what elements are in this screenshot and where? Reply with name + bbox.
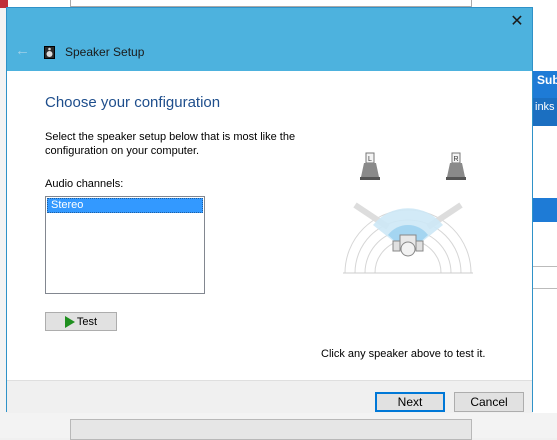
- speaker-diagram: L R: [343, 152, 473, 274]
- background-window-right: Sub inks: [533, 8, 557, 438]
- test-button[interactable]: Test: [45, 312, 117, 331]
- back-arrow-icon[interactable]: ←: [15, 42, 30, 59]
- play-icon: [64, 315, 75, 328]
- cancel-button[interactable]: Cancel: [454, 392, 524, 412]
- list-item-stereo[interactable]: Stereo: [47, 198, 203, 213]
- background-window-bottom: [0, 413, 557, 440]
- background-search-field: [70, 0, 472, 7]
- dialog-title: Speaker Setup: [65, 45, 145, 59]
- left-speaker-label: L: [368, 156, 372, 163]
- next-button[interactable]: Next: [375, 392, 445, 412]
- close-icon[interactable]: ✕: [506, 11, 528, 33]
- audio-channels-list[interactable]: Stereo: [45, 196, 205, 294]
- test-hint-text: Click any speaker above to test it.: [321, 348, 486, 360]
- background-link-fragment[interactable]: inks: [535, 101, 555, 113]
- background-divider: [533, 288, 557, 289]
- dialog-titlebar: ✕ ← Speaker Setup: [7, 8, 532, 71]
- background-blue-strip: [533, 198, 557, 222]
- background-title-fragment: Sub: [537, 73, 557, 87]
- right-speaker-label: R: [453, 156, 458, 163]
- background-bottom-bar: [70, 419, 472, 440]
- speaker-setup-dialog: ✕ ← Speaker Setup Choose your configurat…: [6, 7, 533, 412]
- page-heading: Choose your configuration: [45, 94, 221, 111]
- description-text: Select the speaker setup below that is m…: [45, 131, 296, 157]
- test-button-label: Test: [76, 315, 98, 328]
- background-divider: [533, 266, 557, 267]
- speaker-app-icon: [44, 46, 55, 59]
- dialog-footer: Next Cancel: [7, 380, 532, 412]
- audio-channels-label: Audio channels:: [45, 178, 124, 190]
